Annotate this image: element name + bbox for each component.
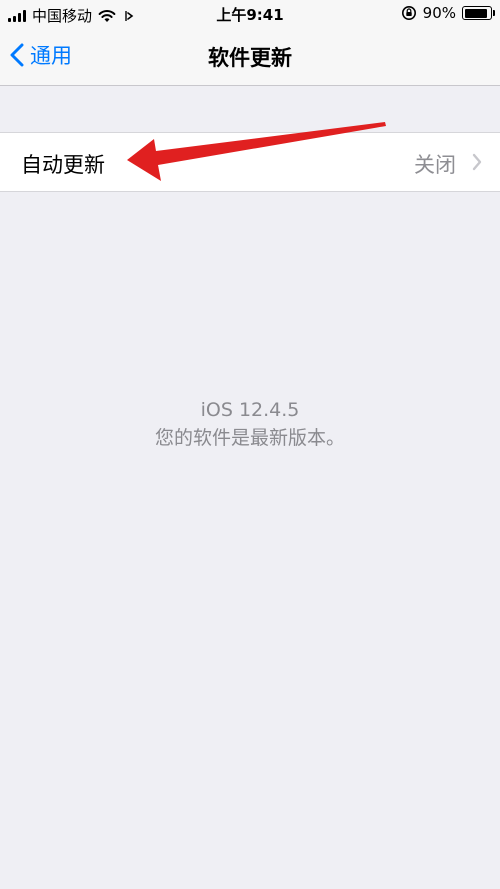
nav-bar: 通用 软件更新 — [0, 28, 500, 86]
rotation-lock-icon — [401, 6, 416, 20]
auto-update-row[interactable]: 自动更新 关闭 — [0, 132, 500, 192]
page-title: 软件更新 — [208, 46, 292, 70]
battery-percent: 90% — [422, 4, 456, 22]
update-status-label: 您的软件是最新版本。 — [154, 427, 345, 449]
battery-icon — [462, 6, 495, 20]
battery-fill — [464, 8, 487, 18]
chevron-right-icon — [472, 153, 482, 171]
auto-update-value: 关闭 — [414, 153, 456, 177]
status-bar: 中国移动 上午9:41 90% — [0, 0, 500, 28]
version-info: iOS 12.4.5 您的软件是最新版本。 — [0, 396, 500, 452]
auto-update-label: 自动更新 — [21, 153, 105, 177]
status-right: 90% — [401, 4, 495, 22]
version-label: iOS 12.4.5 — [200, 399, 300, 421]
